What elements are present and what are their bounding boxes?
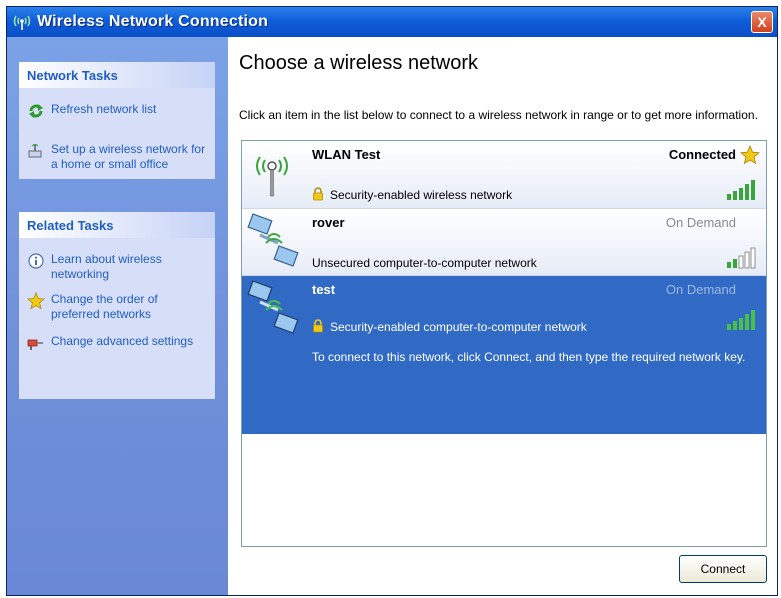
connection-status: On Demand xyxy=(665,282,736,297)
network-ssid: test xyxy=(312,282,336,297)
network-ssid: rover xyxy=(312,215,345,230)
lock-icon xyxy=(312,186,324,205)
settings-icon xyxy=(27,334,45,352)
network-description: Security-enabled wireless network xyxy=(330,188,513,202)
network-item-wlan-test[interactable]: WLAN Test Connected Security-enabled wir… xyxy=(242,141,766,209)
setup-wireless-network-link[interactable]: Set up a wireless network for a home or … xyxy=(19,124,215,176)
signal-strength-icon xyxy=(726,247,758,273)
network-item-test[interactable]: test On Demand Security-enabled computer… xyxy=(242,276,766,434)
related-tasks-header: Related Tasks xyxy=(19,212,215,238)
computer-to-computer-icon xyxy=(246,280,302,342)
connect-instructions: To connect to this network, click Connec… xyxy=(312,350,746,364)
page-title: Choose a wireless network xyxy=(239,52,478,74)
instructions-text: Click an item in the list below to conne… xyxy=(239,108,758,122)
signal-strength-icon xyxy=(726,179,758,205)
change-network-order-link[interactable]: Change the order of preferred networks xyxy=(19,286,215,326)
wireless-antenna-icon xyxy=(11,11,33,33)
connection-status: Connected xyxy=(668,147,736,162)
refresh-network-list-label: Refresh network list xyxy=(51,102,157,116)
close-icon: X xyxy=(757,14,767,30)
task-sidebar: Network Tasks Refresh network list Set u… xyxy=(7,37,228,595)
star-icon xyxy=(740,144,760,169)
wireless-access-point-icon xyxy=(252,149,292,203)
learn-about-wireless-link[interactable]: Learn about wireless networking xyxy=(19,238,215,286)
setup-network-icon xyxy=(27,142,45,160)
learn-about-wireless-label: Learn about wireless networking xyxy=(51,252,162,281)
wireless-network-connection-window: Wireless Network Connection X Network Ta… xyxy=(6,6,778,596)
refresh-network-list-link[interactable]: Refresh network list xyxy=(19,88,215,124)
connect-button[interactable]: Connect xyxy=(679,555,767,583)
network-description: Unsecured computer-to-computer network xyxy=(312,256,537,270)
wireless-network-list[interactable]: WLAN Test Connected Security-enabled wir… xyxy=(241,140,767,547)
main-content: Choose a wireless network Click an item … xyxy=(228,37,777,595)
change-advanced-settings-label: Change advanced settings xyxy=(51,334,194,348)
related-tasks-panel: Related Tasks Learn about wireless netwo… xyxy=(19,212,215,399)
signal-strength-icon xyxy=(726,309,758,335)
connection-status: On Demand xyxy=(665,215,736,230)
change-network-order-label: Change the order of preferred networks xyxy=(51,292,158,321)
info-icon xyxy=(27,252,45,270)
network-ssid: WLAN Test xyxy=(312,147,381,162)
window-title: Wireless Network Connection xyxy=(37,13,269,30)
computer-to-computer-icon xyxy=(246,213,302,275)
network-description: Security-enabled computer-to-computer ne… xyxy=(330,320,587,334)
refresh-icon xyxy=(27,102,45,120)
title-bar[interactable]: Wireless Network Connection X xyxy=(7,7,777,37)
lock-icon xyxy=(312,318,324,337)
setup-wireless-network-label: Set up a wireless network for a home or … xyxy=(51,142,206,171)
star-icon xyxy=(27,292,45,310)
network-tasks-panel: Network Tasks Refresh network list Set u… xyxy=(19,62,215,179)
close-button[interactable]: X xyxy=(751,11,773,33)
change-advanced-settings-link[interactable]: Change advanced settings xyxy=(19,326,215,356)
network-tasks-header: Network Tasks xyxy=(19,62,215,88)
network-item-rover[interactable]: rover On Demand Unsecured computer-to-co… xyxy=(242,209,766,276)
